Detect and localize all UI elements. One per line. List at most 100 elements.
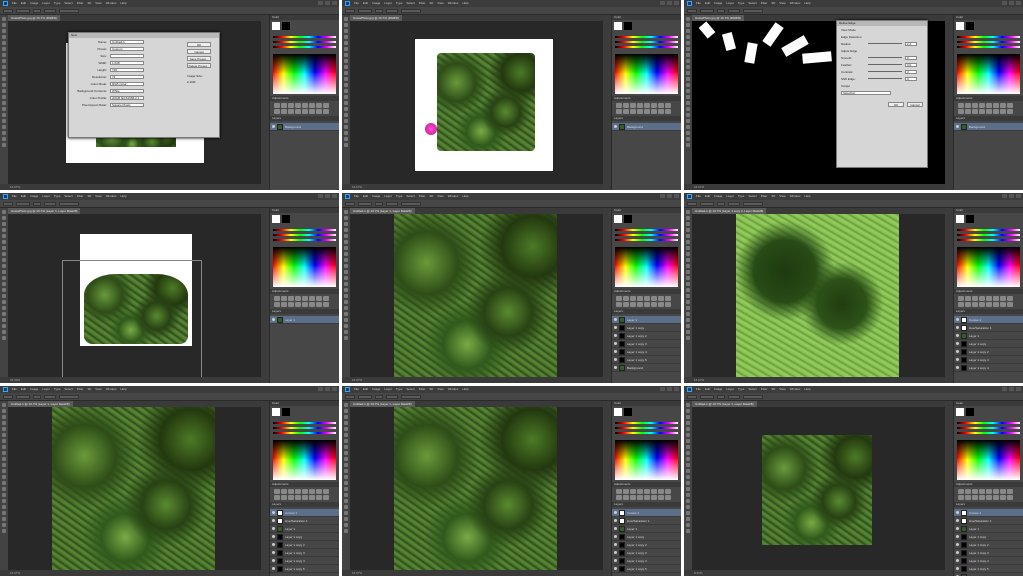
adjustment-icon[interactable] bbox=[302, 103, 308, 108]
visibility-eye-icon[interactable] bbox=[272, 559, 275, 562]
tool-icon[interactable] bbox=[686, 276, 690, 280]
color-spectrum[interactable] bbox=[615, 440, 678, 480]
menu-item-view[interactable]: View bbox=[437, 386, 443, 393]
menu-item-edit[interactable]: Edit bbox=[705, 193, 710, 200]
minimize-icon[interactable] bbox=[660, 387, 665, 391]
tool-icon[interactable] bbox=[686, 312, 690, 316]
color-slider[interactable] bbox=[615, 427, 678, 429]
tool-icon[interactable] bbox=[686, 469, 690, 473]
tool-icon[interactable] bbox=[686, 306, 690, 310]
adjustment-icon[interactable] bbox=[623, 302, 629, 307]
visibility-eye-icon[interactable] bbox=[614, 326, 617, 329]
option-control[interactable] bbox=[44, 201, 56, 206]
visibility-eye-icon[interactable] bbox=[272, 318, 275, 321]
tool-icon[interactable] bbox=[344, 113, 348, 117]
tool-icon[interactable] bbox=[2, 469, 6, 473]
param-slider[interactable] bbox=[868, 43, 902, 44]
adjustment-icon[interactable] bbox=[302, 495, 308, 500]
tool-icon[interactable] bbox=[686, 234, 690, 238]
adjustment-icon[interactable] bbox=[965, 109, 971, 114]
param-slider[interactable] bbox=[868, 57, 902, 58]
tool-icon[interactable] bbox=[686, 240, 690, 244]
tool-icon[interactable] bbox=[686, 445, 690, 449]
tool-icon[interactable] bbox=[344, 119, 348, 123]
adjustment-icon[interactable] bbox=[1007, 109, 1013, 114]
minimize-icon[interactable] bbox=[318, 194, 323, 198]
tool-icon[interactable] bbox=[686, 89, 690, 93]
tool-icon[interactable] bbox=[686, 294, 690, 298]
menu-item-3d[interactable]: 3D bbox=[87, 193, 91, 200]
tool-icon[interactable] bbox=[344, 216, 348, 220]
tool-icon[interactable] bbox=[344, 427, 348, 431]
option-control[interactable] bbox=[44, 394, 56, 399]
layer-row[interactable]: Layer 1 bbox=[270, 525, 339, 533]
tool-icon[interactable] bbox=[686, 487, 690, 491]
adjustment-icon[interactable] bbox=[958, 296, 964, 301]
tool-icon[interactable] bbox=[686, 336, 690, 340]
option-control[interactable] bbox=[700, 201, 714, 206]
adjustment-icon[interactable] bbox=[651, 489, 657, 494]
menu-item-image[interactable]: Image bbox=[372, 193, 380, 200]
menu-item-type[interactable]: Type bbox=[54, 386, 61, 393]
adjustment-icon[interactable] bbox=[986, 302, 992, 307]
adjustment-icon[interactable] bbox=[288, 109, 294, 114]
tool-icon[interactable] bbox=[2, 276, 6, 280]
tool-icon[interactable] bbox=[2, 107, 6, 111]
adjustment-icon[interactable] bbox=[630, 103, 636, 108]
tool-icon[interactable] bbox=[344, 137, 348, 141]
minimize-icon[interactable] bbox=[318, 1, 323, 5]
param-value[interactable]: 0.0 bbox=[905, 62, 917, 67]
tool-icon[interactable] bbox=[344, 511, 348, 515]
tool-icon[interactable] bbox=[686, 421, 690, 425]
maximize-icon[interactable] bbox=[1009, 1, 1014, 5]
option-control[interactable] bbox=[700, 8, 714, 13]
menu-item-view[interactable]: View bbox=[779, 0, 785, 7]
layers-panel-tab[interactable]: Layers bbox=[954, 116, 1023, 121]
visibility-eye-icon[interactable] bbox=[614, 350, 617, 353]
menu-item-filter[interactable]: Filter bbox=[761, 193, 768, 200]
visibility-eye-icon[interactable] bbox=[956, 511, 959, 514]
visibility-eye-icon[interactable] bbox=[272, 543, 275, 546]
layer-row[interactable]: Layer 1 copy 4 bbox=[954, 557, 1023, 565]
color-slider[interactable] bbox=[957, 46, 1020, 48]
option-control[interactable] bbox=[728, 201, 740, 206]
tool-icon[interactable] bbox=[344, 457, 348, 461]
menu-item-3d[interactable]: 3D bbox=[771, 0, 775, 7]
menu-item-type[interactable]: Type bbox=[54, 193, 61, 200]
adjustment-icon[interactable] bbox=[309, 103, 315, 108]
option-control[interactable] bbox=[386, 201, 398, 206]
color-slider[interactable] bbox=[615, 422, 678, 424]
tool-icon[interactable] bbox=[686, 517, 690, 521]
color-spectrum[interactable] bbox=[615, 247, 678, 287]
adjustment-icon[interactable] bbox=[281, 103, 287, 108]
menu-item-help[interactable]: Help bbox=[120, 386, 126, 393]
tool-icon[interactable] bbox=[686, 270, 690, 274]
menu-item-view[interactable]: View bbox=[95, 0, 101, 7]
maximize-icon[interactable] bbox=[325, 387, 330, 391]
adjustment-icon[interactable] bbox=[1007, 495, 1013, 500]
tool-icon[interactable] bbox=[2, 463, 6, 467]
adjustment-icon[interactable] bbox=[644, 302, 650, 307]
param-value[interactable]: 0 bbox=[905, 76, 917, 81]
adjustment-icon[interactable] bbox=[651, 296, 657, 301]
menu-item-window[interactable]: Window bbox=[448, 193, 459, 200]
tool-icon[interactable] bbox=[686, 59, 690, 63]
close-icon[interactable] bbox=[332, 194, 337, 198]
adjustment-icon[interactable] bbox=[281, 109, 287, 114]
maximize-icon[interactable] bbox=[1009, 387, 1014, 391]
menu-item-help[interactable]: Help bbox=[462, 0, 468, 7]
tool-icon[interactable] bbox=[344, 451, 348, 455]
layer-row[interactable]: Layer 1 copy 4 bbox=[612, 348, 681, 356]
option-control[interactable] bbox=[717, 8, 725, 13]
option-control[interactable] bbox=[687, 394, 697, 399]
color-spectrum[interactable] bbox=[615, 54, 678, 94]
layer-row[interactable]: Curves 1 bbox=[954, 316, 1023, 324]
tool-icon[interactable] bbox=[2, 330, 6, 334]
tool-icon[interactable] bbox=[686, 318, 690, 322]
option-control[interactable] bbox=[358, 201, 372, 206]
adjustment-icon[interactable] bbox=[658, 302, 664, 307]
document-canvas[interactable] bbox=[62, 234, 202, 378]
visibility-eye-icon[interactable] bbox=[614, 535, 617, 538]
tool-icon[interactable] bbox=[2, 270, 6, 274]
tool-icon[interactable] bbox=[344, 252, 348, 256]
